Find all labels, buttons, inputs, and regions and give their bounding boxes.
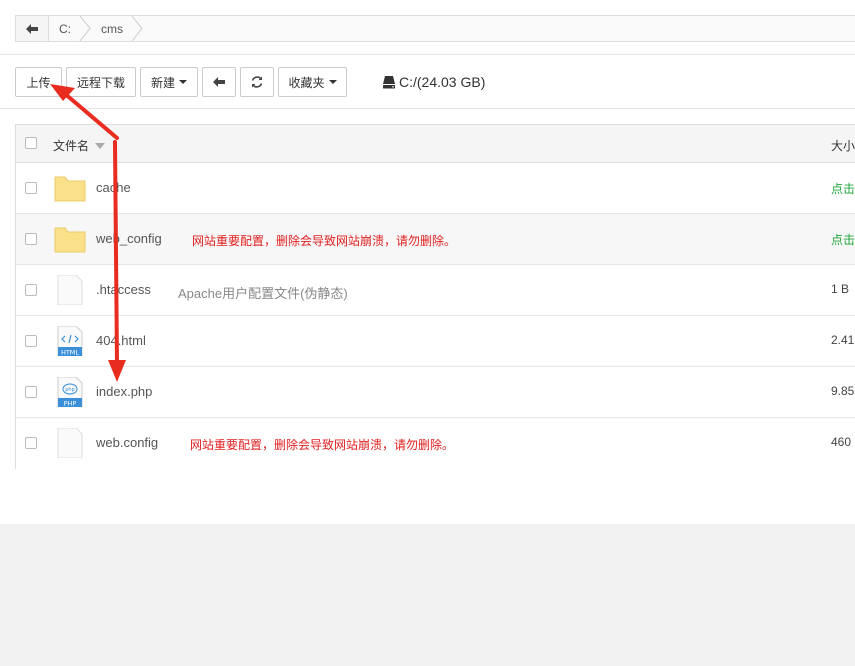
- file-size: 9.85: [831, 384, 855, 398]
- row-checkbox[interactable]: [25, 233, 37, 245]
- table-row[interactable]: HTML 404.html 2.41: [16, 316, 855, 367]
- file-name-link[interactable]: web_config: [96, 231, 162, 246]
- svg-text:php: php: [65, 387, 75, 393]
- breadcrumb-item-label: C:: [59, 21, 71, 36]
- disk-label: C:/(24.03 GB): [399, 74, 486, 90]
- folder-icon: [54, 227, 86, 253]
- file-size: 460: [831, 435, 852, 449]
- table-row[interactable]: .htaccess Apache用户配置文件(伪静态) 1 B: [16, 265, 855, 316]
- php-file-icon: php PHP: [57, 377, 83, 407]
- row-checkbox[interactable]: [25, 437, 37, 449]
- toolbar: 上传 远程下载 新建 收藏夹: [15, 67, 347, 97]
- file-name-link[interactable]: cache: [96, 180, 131, 195]
- file-size-calc-link[interactable]: 点击: [831, 231, 855, 248]
- file-icon: [57, 428, 83, 458]
- table-row[interactable]: cache 点击: [16, 163, 855, 214]
- file-note: 网站重要配置，删除会导致网站崩溃，请勿删除。: [192, 234, 457, 248]
- table-header: 文件名 大小: [16, 125, 855, 163]
- breadcrumb-back-button[interactable]: [16, 16, 49, 41]
- file-note: Apache用户配置文件(伪静态): [178, 286, 348, 301]
- file-table: 文件名 大小 cache 点击 web_config 网站重要配置，删除会导致网…: [15, 124, 855, 469]
- file-icon: [57, 275, 83, 305]
- row-checkbox[interactable]: [25, 182, 37, 194]
- html-file-icon: HTML: [57, 326, 83, 356]
- upload-button[interactable]: 上传: [15, 67, 62, 97]
- sort-caret-icon: [95, 142, 106, 149]
- svg-text:HTML: HTML: [61, 348, 79, 356]
- row-checkbox[interactable]: [25, 386, 37, 398]
- svg-text:PHP: PHP: [64, 399, 77, 407]
- folder-icon: [54, 176, 86, 202]
- file-size-calc-link[interactable]: 点击: [831, 180, 855, 197]
- remote-download-button[interactable]: 远程下载: [66, 67, 136, 97]
- row-checkbox[interactable]: [25, 284, 37, 296]
- divider: [0, 54, 855, 55]
- drive-icon: [383, 76, 395, 89]
- column-header-size[interactable]: 大小: [831, 137, 855, 154]
- breadcrumb-item-cms[interactable]: cms: [85, 16, 143, 41]
- file-name-link[interactable]: index.php: [96, 384, 152, 399]
- file-size: 2.41: [831, 333, 855, 347]
- table-row[interactable]: web_config 网站重要配置，删除会导致网站崩溃，请勿删除。 点击: [16, 214, 855, 265]
- select-all-checkbox[interactable]: [25, 137, 37, 149]
- back-button[interactable]: [202, 67, 236, 97]
- refresh-button[interactable]: [240, 67, 274, 97]
- refresh-icon: [251, 76, 263, 88]
- breadcrumb-separator-icon: [131, 16, 143, 41]
- column-header-name[interactable]: 文件名: [53, 137, 106, 154]
- column-header-name-label: 文件名: [53, 139, 90, 153]
- disk-info: C:/(24.03 GB): [382, 71, 485, 93]
- breadcrumb-item-drive[interactable]: C:: [49, 16, 91, 41]
- file-name-link[interactable]: web.config: [96, 435, 158, 450]
- caret-down-icon: [328, 80, 337, 84]
- breadcrumb-item-label: cms: [101, 21, 123, 36]
- row-checkbox[interactable]: [25, 335, 37, 347]
- caret-down-icon: [179, 80, 187, 84]
- arrow-left-icon: [26, 23, 38, 34]
- file-name-link[interactable]: 404.html: [96, 333, 146, 348]
- new-dropdown-button[interactable]: 新建: [140, 67, 198, 97]
- file-name-link[interactable]: .htaccess: [96, 282, 151, 297]
- breadcrumb: C: cms: [15, 15, 855, 42]
- table-row[interactable]: php PHP index.php 9.85: [16, 367, 855, 418]
- favorites-dropdown-button[interactable]: 收藏夹: [278, 67, 347, 97]
- divider: [0, 108, 855, 109]
- arrow-left-icon: [213, 77, 225, 87]
- table-row[interactable]: web.config 网站重要配置，删除会导致网站崩溃，请勿删除。 460: [16, 418, 855, 469]
- new-label: 新建: [150, 75, 175, 90]
- favorites-label: 收藏夹: [288, 75, 325, 90]
- file-manager-panel: C: cms 上传 远程下载 新建 收藏夹 C:/(24.03 GB) 文件名 …: [0, 0, 855, 524]
- file-note: 网站重要配置，删除会导致网站崩溃，请勿删除。: [190, 438, 455, 452]
- file-size: 1 B: [831, 282, 850, 296]
